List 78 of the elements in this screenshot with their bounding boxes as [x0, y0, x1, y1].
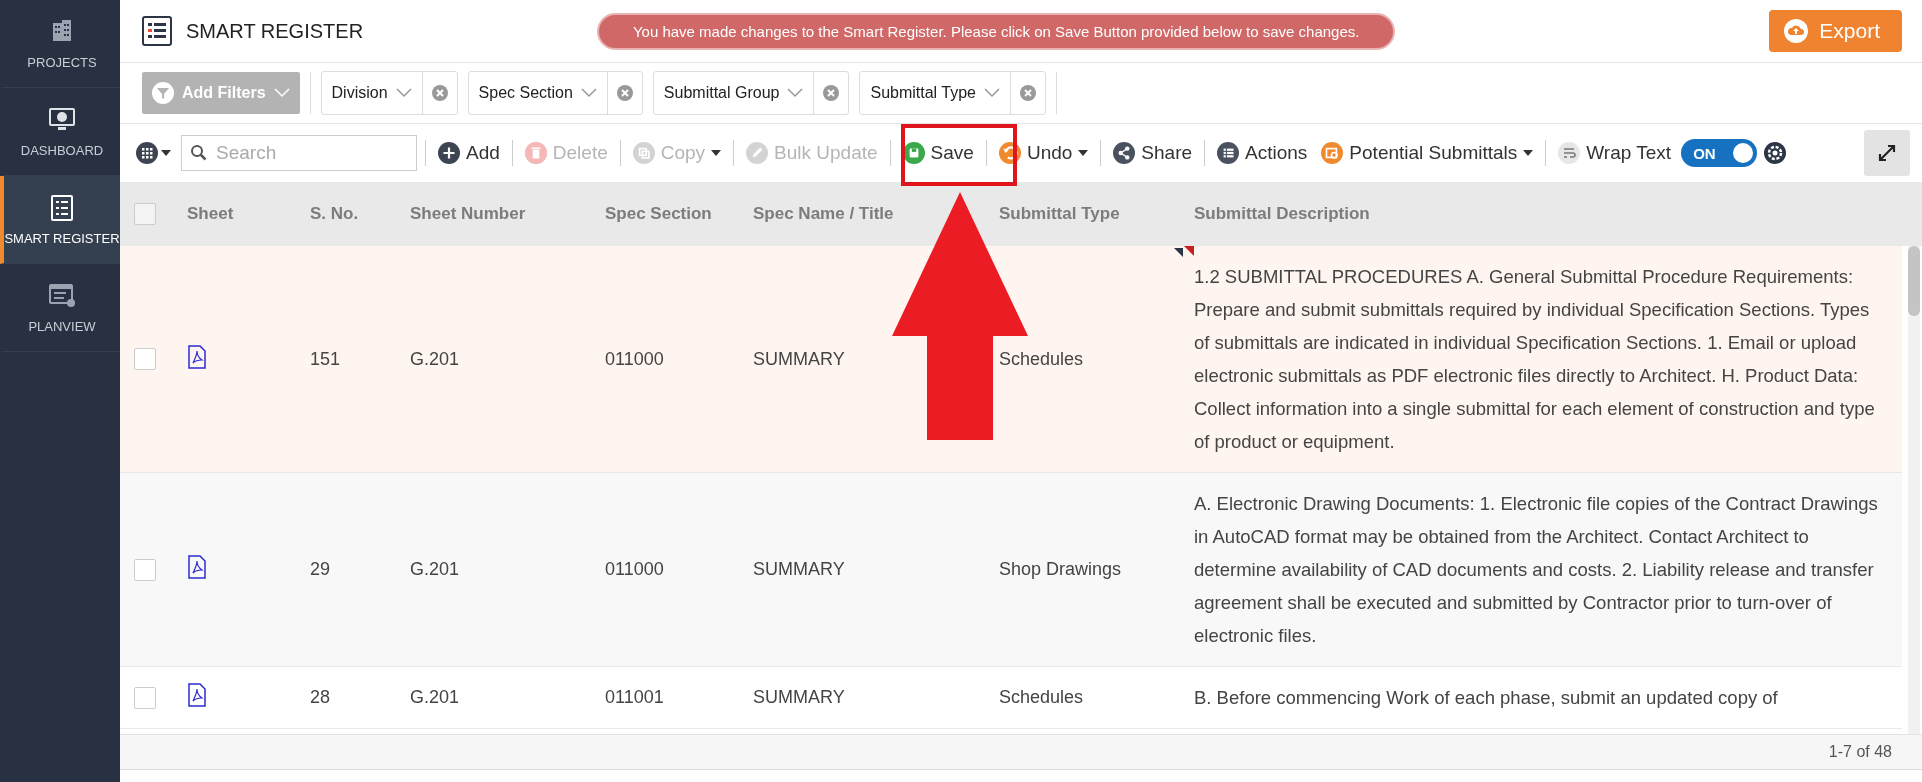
table-cell-text: 011000: [605, 348, 665, 370]
toolbar-button[interactable]: Save: [898, 142, 978, 164]
table-row[interactable]: 28 G.201 011001 SUMMARY Schedules B. Before commencing Work of each phase, submit an updated copy of: [120, 667, 1902, 729]
pagination-info: 1-7 of 48: [1828, 743, 1892, 761]
filter-dropdown[interactable]: Submittal Group: [653, 72, 815, 114]
sidebar-item[interactable]: PROJECTS: [0, 0, 120, 88]
expand-icon: [1876, 142, 1898, 164]
table-cell-text: 151: [310, 348, 342, 370]
wrap-text-icon: [1558, 142, 1581, 164]
scrollbar[interactable]: [1908, 246, 1920, 734]
chevron-down-icon: [984, 88, 1000, 98]
chevron-down-icon: [787, 88, 804, 98]
filter-dropdown[interactable]: Submittal Type: [860, 72, 1011, 114]
settings-icon[interactable]: [1763, 141, 1788, 165]
toolbar-button[interactable]: Share: [1109, 142, 1197, 164]
table-cell-text: 29: [310, 559, 332, 580]
wrap-text-label: Wrap Text: [1554, 142, 1676, 164]
table-cell-text: SUMMARY: [753, 348, 846, 370]
filter-icon: [152, 82, 174, 104]
wrap-text-toggle[interactable]: ON: [1681, 139, 1758, 167]
comment-marker-icon: [1174, 248, 1183, 257]
pdf-file-icon[interactable]: [187, 683, 207, 707]
table-cell-text: SUMMARY: [753, 559, 846, 580]
filter-dropdown[interactable]: Division: [321, 72, 423, 114]
chevron-down-icon: [395, 88, 412, 98]
table-cell-text: SUMMARY: [753, 687, 846, 708]
filter-dropdown[interactable]: Spec Section: [468, 72, 608, 114]
caret-icon: [711, 150, 722, 156]
toolbar-button[interactable]: Undo: [994, 142, 1093, 164]
row-checkbox[interactable]: [134, 558, 156, 581]
row-checkbox[interactable]: [134, 348, 156, 370]
search-field[interactable]: Search: [181, 135, 417, 171]
close-icon: [1019, 84, 1037, 102]
table-cell: Schedules: [999, 687, 1084, 708]
chevron-down-icon: [580, 88, 597, 98]
table-cell: B. Before commencing Work of each phase, submit an updated copy of: [1194, 687, 1778, 708]
caret-icon: [1078, 150, 1089, 156]
list-icon: [142, 16, 172, 46]
list-icon: [1217, 142, 1240, 164]
undo-icon: [998, 142, 1021, 164]
share-icon: [1113, 142, 1136, 164]
caret-icon: [1523, 150, 1534, 156]
table-cell: Schedules: [999, 348, 1084, 370]
close-icon: [615, 84, 634, 102]
pdf-file-icon[interactable]: [187, 555, 207, 579]
trash-icon: [524, 142, 547, 164]
page-title: SMART REGISTER: [186, 19, 364, 43]
pencil-icon: [746, 142, 769, 164]
select-all-checkbox[interactable]: [134, 203, 156, 225]
caret-icon: [161, 150, 171, 156]
table-cell-text: G.201: [410, 559, 461, 580]
table-cell-text: 011000: [605, 559, 665, 580]
close-icon: [430, 84, 449, 102]
unsaved-changes-banner: You have made changes to the Smart Register. Please click on Save Button provided below to save changes.: [596, 12, 1396, 50]
table-row[interactable]: [120, 473, 1902, 667]
copy-icon: [632, 142, 655, 164]
table-cell-text: G.201: [410, 687, 461, 708]
toolbar-button[interactable]: Add: [434, 142, 504, 164]
table-cell-text: 011001: [605, 687, 665, 708]
floppy-disk-icon: [902, 142, 925, 164]
toolbar-button[interactable]: Potential Submittals: [1317, 142, 1538, 164]
table-cell-text: 28: [310, 687, 332, 708]
expand-button[interactable]: [1864, 130, 1910, 176]
sidebar-item[interactable]: SMART REGISTER: [0, 176, 120, 264]
table-row[interactable]: [120, 246, 1902, 473]
close-icon: [822, 84, 841, 102]
table-cell-text: G.201: [410, 348, 461, 370]
row-checkbox[interactable]: [134, 686, 156, 709]
table-cell: A. Electronic Drawing Documents: 1. Electronic file copies of the Contract Drawings in AutoCAD format may be obtained from the Architect. Contact Architect to determine availability of CAD documents and costs. 2. Liability release and transfer agreement shall be executed and submitted by Contractor prior to turn-over of electronic files.: [1194, 493, 1878, 646]
table-cell: Shop Drawings: [999, 559, 1122, 580]
chevron-down-icon: [273, 88, 290, 98]
toolbar-button[interactable]: Actions: [1213, 142, 1312, 164]
plus-icon: [438, 142, 460, 164]
cloud-upload-icon: [1783, 18, 1810, 44]
table-search-icon: [1321, 142, 1344, 164]
table-cell: 1.2 SUBMITTAL PROCEDURES A. General Submittal Procedure Requirements: Prepare and submit submittals required by individual Specification Sections. Types of submittals are indicated in individual Specification Sections. 1. Email or upload electronic submittals as PDF electronic files directly to Architect. H. Product Data: Collect information into a single submittal for each element of construction and type of product or equipment.: [1194, 266, 1875, 452]
grid-icon: [136, 142, 158, 164]
pdf-file-icon[interactable]: [187, 344, 207, 369]
